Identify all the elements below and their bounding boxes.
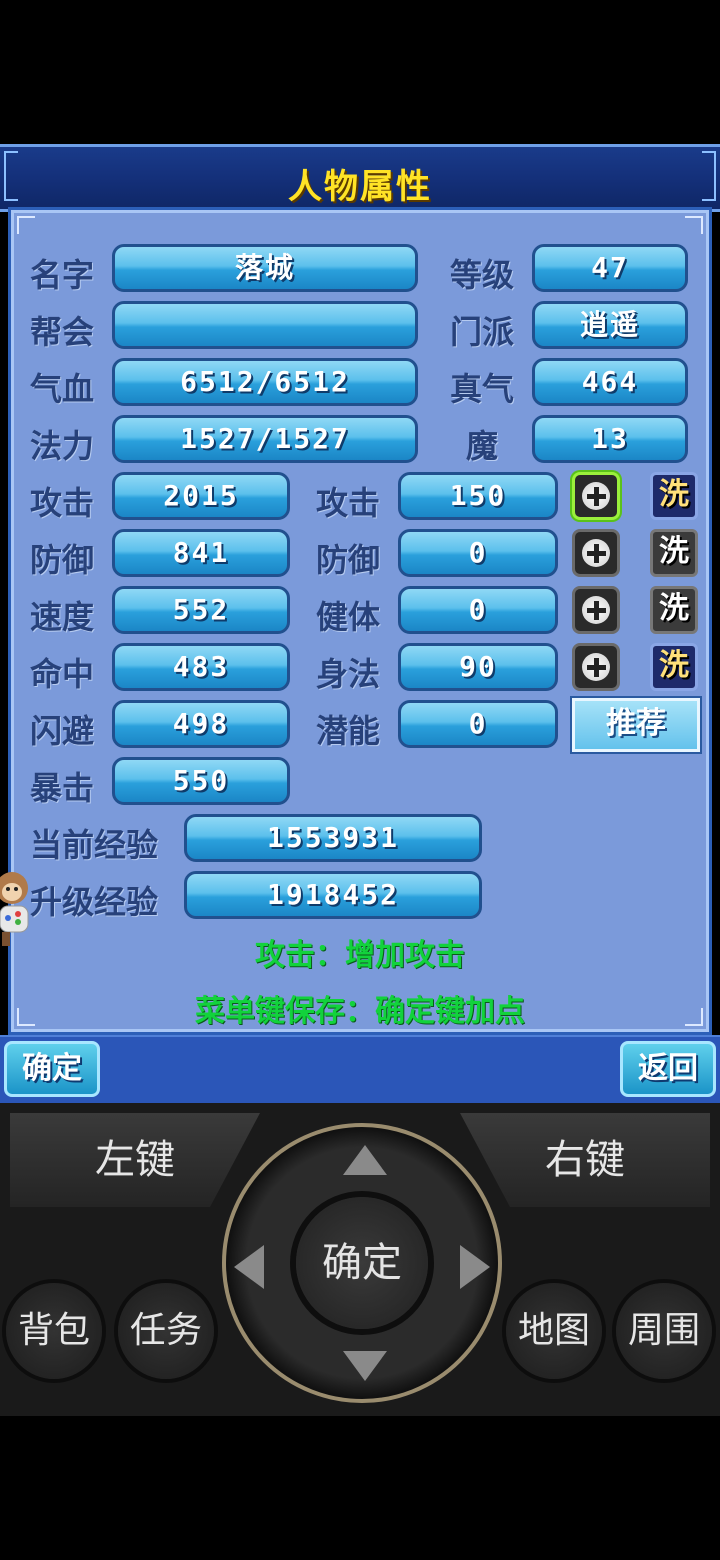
dpad-ok-button[interactable]: 确定 — [296, 1197, 428, 1329]
sect-value: 逍遥 — [532, 301, 688, 349]
hint-controls: 菜单键保存：确定键加点 — [195, 994, 525, 1029]
alloc-body-value: 0 — [398, 586, 558, 634]
level-label: 等级 — [450, 256, 515, 294]
wash-agility-button[interactable]: 洗 — [650, 643, 698, 691]
alloc-agility-value: 90 — [398, 643, 558, 691]
demon-label: 魔 — [466, 427, 499, 465]
mana-label: 法力 — [30, 427, 95, 465]
potential-label: 潜能 — [316, 712, 381, 750]
defense-value: 841 — [112, 529, 290, 577]
current-exp-label: 当前经验 — [30, 826, 159, 864]
mana-value: 1527/1527 — [112, 415, 418, 463]
true-qi-value: 464 — [532, 358, 688, 406]
name-label: 名字 — [30, 256, 95, 294]
right-softkey[interactable]: 右键 — [460, 1113, 710, 1207]
alloc-attack-value: 150 — [398, 472, 558, 520]
left-softkey[interactable]: 左键 — [10, 1113, 260, 1207]
guild-label: 帮会 — [30, 313, 95, 351]
alloc-defense-label: 防御 — [316, 541, 381, 579]
name-value: 落城 — [112, 244, 418, 292]
bottom-softkey-bar: 确定 返回 — [0, 1035, 720, 1105]
crit-value: 550 — [112, 757, 290, 805]
add-agility-button[interactable] — [572, 643, 620, 691]
plus-icon — [582, 596, 610, 624]
hp-value: 6512/6512 — [112, 358, 418, 406]
wash-defense-button[interactable]: 洗 — [650, 529, 698, 577]
speed-value: 552 — [112, 586, 290, 634]
hit-label: 命中 — [30, 655, 95, 693]
plus-icon — [582, 482, 610, 510]
dodge-label: 闪避 — [30, 712, 95, 750]
crit-label: 暴击 — [30, 769, 95, 807]
add-attack-button[interactable] — [572, 472, 620, 520]
dpad-left-icon[interactable] — [234, 1245, 264, 1289]
dpad: 确定 — [222, 1123, 502, 1403]
level-value: 47 — [532, 244, 688, 292]
plus-icon — [582, 653, 610, 681]
wash-attack-button[interactable]: 洗 — [650, 472, 698, 520]
dpad-down-icon[interactable] — [343, 1351, 387, 1381]
add-defense-button[interactable] — [572, 529, 620, 577]
defense-label: 防御 — [30, 541, 95, 579]
attack-value: 2015 — [112, 472, 290, 520]
next-exp-value: 1918452 — [184, 871, 482, 919]
hit-value: 483 — [112, 643, 290, 691]
bag-button[interactable]: 背包 — [6, 1283, 102, 1379]
title-bar: 人物属性 — [0, 144, 720, 212]
back-button[interactable]: 返回 — [620, 1041, 716, 1097]
plus-icon — [582, 539, 610, 567]
corner-ornament — [17, 216, 35, 234]
virtual-controller: 左键 右键 确定 背包 任务 地图 周围 — [0, 1103, 720, 1416]
alloc-defense-value: 0 — [398, 529, 558, 577]
map-button[interactable]: 地图 — [506, 1283, 602, 1379]
alloc-body-label: 健体 — [316, 598, 381, 636]
recommend-button[interactable]: 推荐 — [570, 696, 702, 754]
dodge-value: 498 — [112, 700, 290, 748]
quest-button[interactable]: 任务 — [118, 1283, 214, 1379]
dpad-right-icon[interactable] — [460, 1245, 490, 1289]
page-title: 人物属性 — [288, 167, 432, 207]
hp-label: 气血 — [30, 370, 95, 408]
sect-label: 门派 — [450, 313, 515, 351]
dpad-up-icon[interactable] — [343, 1145, 387, 1175]
true-qi-label: 真气 — [450, 370, 515, 408]
wash-body-button[interactable]: 洗 — [650, 586, 698, 634]
alloc-agility-label: 身法 — [316, 655, 381, 693]
current-exp-value: 1553931 — [184, 814, 482, 862]
confirm-button[interactable]: 确定 — [4, 1041, 100, 1097]
potential-value: 0 — [398, 700, 558, 748]
hint-attack: 攻击：增加攻击 — [255, 938, 465, 973]
corner-ornament — [685, 216, 703, 234]
speed-label: 速度 — [30, 598, 95, 636]
guild-value — [112, 301, 418, 349]
demon-value: 13 — [532, 415, 688, 463]
alloc-attack-label: 攻击 — [316, 484, 381, 522]
attack-label: 攻击 — [30, 484, 95, 522]
next-exp-label: 升级经验 — [30, 883, 159, 921]
add-body-button[interactable] — [572, 586, 620, 634]
nearby-button[interactable]: 周围 — [616, 1283, 712, 1379]
